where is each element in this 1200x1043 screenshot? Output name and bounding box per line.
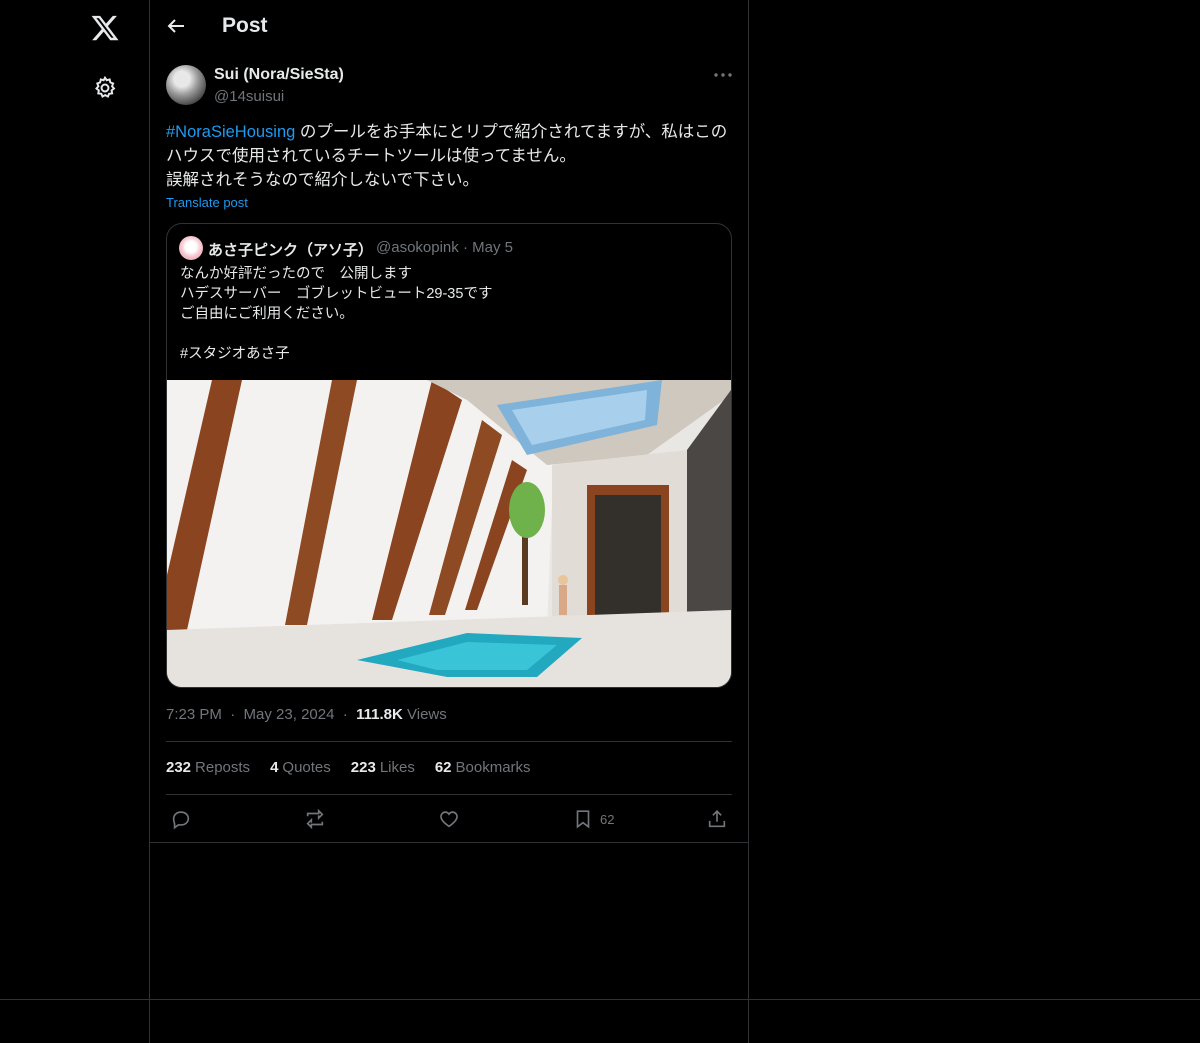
quoted-author-handle: @asokopink xyxy=(376,239,459,256)
author-handle[interactable]: @14suisui xyxy=(214,88,284,105)
more-dots-icon[interactable] xyxy=(712,66,734,84)
stat-likes[interactable]: 223 Likes xyxy=(351,759,415,776)
post-actions-bar: 62 xyxy=(166,805,732,833)
stat-bookmarks[interactable]: 62 Bookmarks xyxy=(435,759,531,776)
quoted-post-text: なんか好評だったので 公開します ハデスサーバー ゴブレットビュート29-35で… xyxy=(180,266,493,362)
quoted-author-avatar xyxy=(179,236,203,260)
quoted-post-card[interactable]: あさ子ピンク（アソ子） @asokopink · May 5 なんか好評だったの… xyxy=(166,223,732,688)
nav-divider xyxy=(149,0,150,1043)
bookmark-icon xyxy=(576,810,590,829)
stats-divider xyxy=(166,794,732,795)
post-text-line2: 誤解されそうなので紹介しないで下さい。 xyxy=(166,171,480,189)
meta-divider xyxy=(166,741,732,742)
main-column-right-border xyxy=(748,0,749,1043)
post-text: #NoraSieHousing のプールをお手本にとリプで紹介されてますが、私は… xyxy=(166,120,736,192)
post-bottom-divider xyxy=(150,842,748,843)
post-time[interactable]: 7:23 PM xyxy=(166,706,222,723)
x-logo-icon[interactable] xyxy=(90,13,120,43)
stat-quotes[interactable]: 4 Quotes xyxy=(270,759,331,776)
post-meta: 7:23 PM · May 23, 2024 · 111.8K Views xyxy=(166,706,447,723)
post-hashtag-link[interactable]: #NoraSieHousing xyxy=(166,123,295,141)
stat-reposts[interactable]: 232 Reposts xyxy=(166,759,250,776)
post-stats: 232 Reposts 4 Quotes 223 Likes 62 Bookmarks xyxy=(166,759,531,776)
share-button[interactable] xyxy=(706,805,728,833)
page-bottom-divider xyxy=(0,999,1200,1000)
author-name[interactable]: Sui (Nora/SieSta) xyxy=(214,66,344,84)
post-date[interactable]: May 23, 2024 xyxy=(244,706,335,723)
gear-icon[interactable] xyxy=(92,75,118,101)
repost-button[interactable] xyxy=(304,805,326,833)
quoted-post-date: May 5 xyxy=(472,239,513,256)
page-title: Post xyxy=(222,14,268,37)
repost-icon xyxy=(306,808,324,830)
reply-icon xyxy=(172,811,190,830)
bookmark-count: 62 xyxy=(600,811,615,827)
share-icon xyxy=(708,810,726,828)
views-label: Views xyxy=(407,706,447,723)
translate-post-link[interactable]: Translate post xyxy=(166,195,248,210)
back-arrow-icon[interactable] xyxy=(164,14,188,38)
like-button[interactable] xyxy=(438,805,460,833)
views-count: 111.8K xyxy=(356,706,403,723)
quoted-author-name: あさ子ピンク（アソ子） xyxy=(208,242,374,259)
author-avatar[interactable] xyxy=(166,65,206,105)
reply-button[interactable] xyxy=(170,805,192,833)
quoted-author-meta: @asokopink · May 5 xyxy=(376,239,513,256)
heart-icon xyxy=(440,811,458,828)
quoted-post-image[interactable] xyxy=(167,380,731,687)
bookmark-button[interactable]: 62 xyxy=(572,805,614,833)
